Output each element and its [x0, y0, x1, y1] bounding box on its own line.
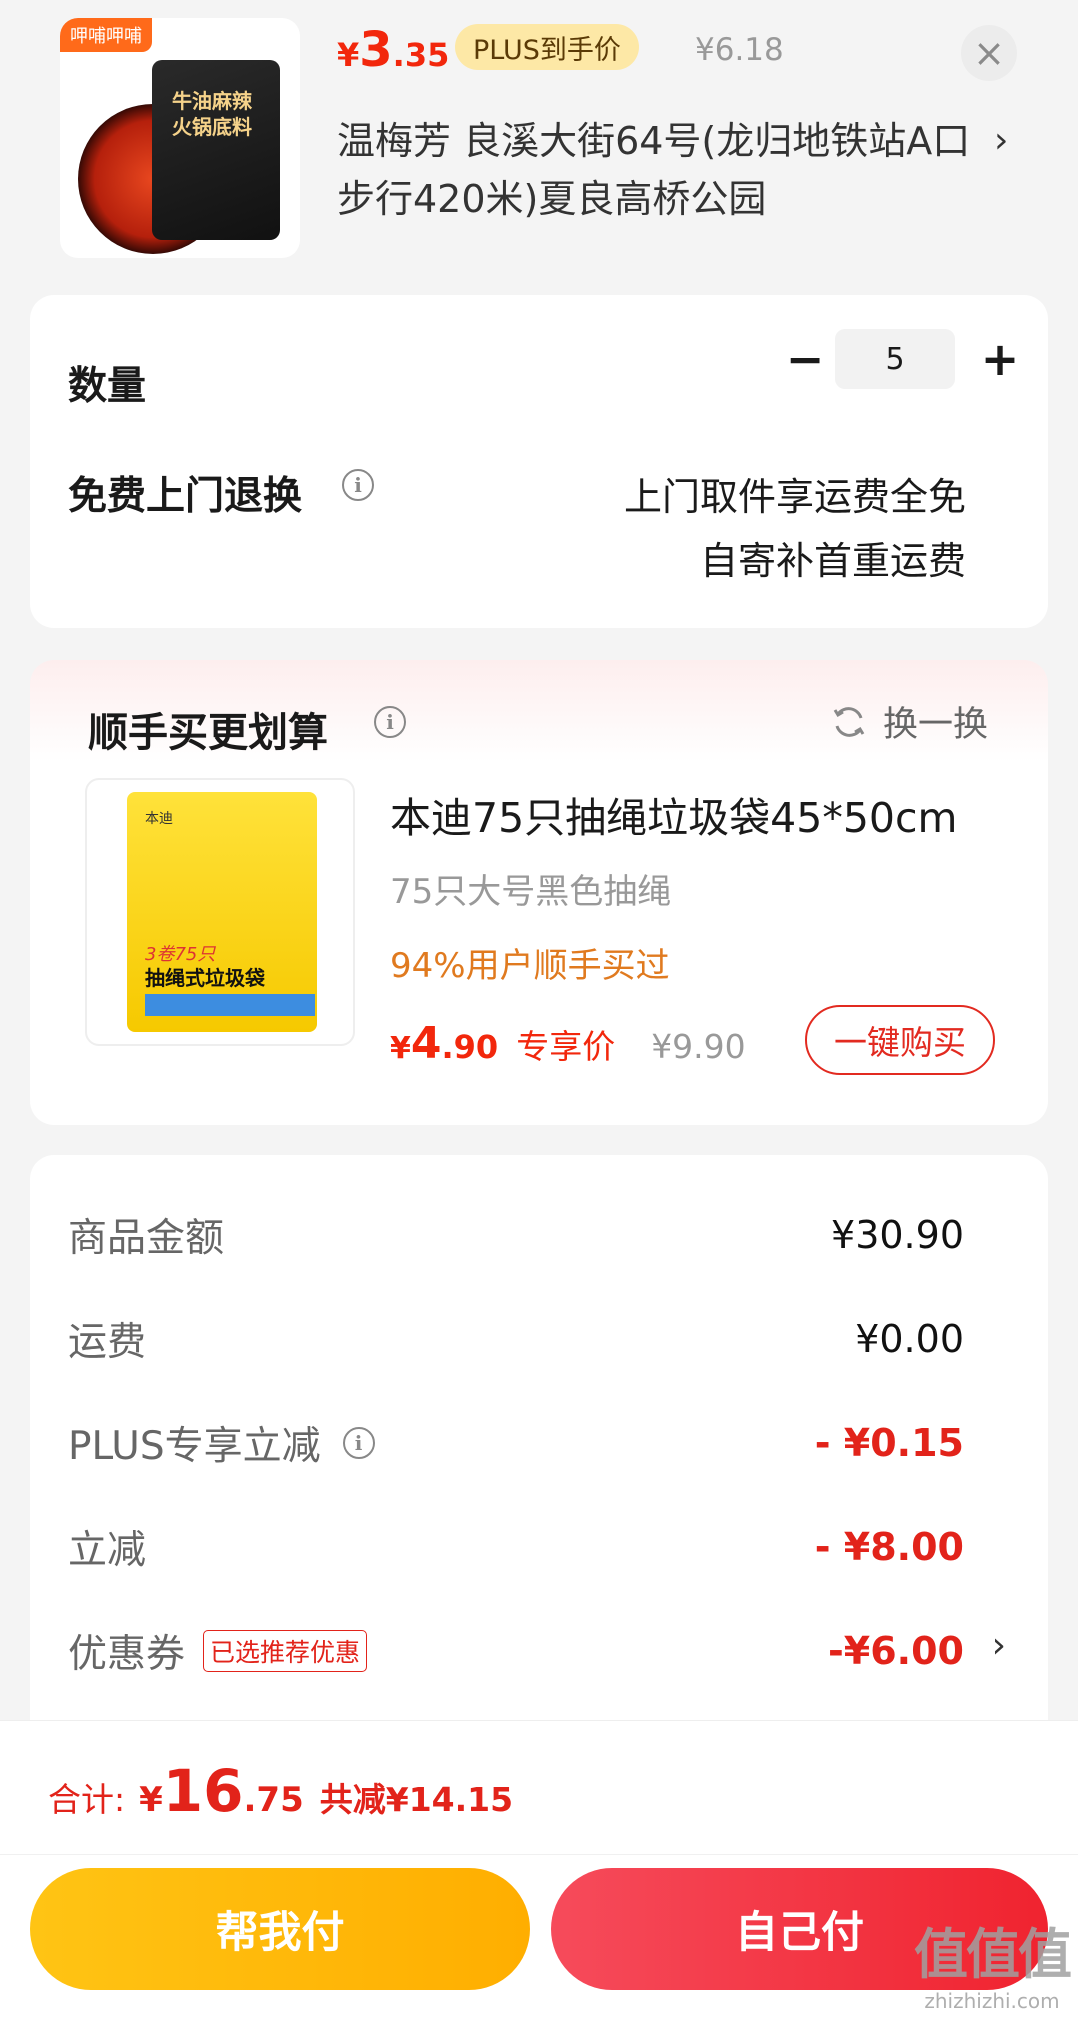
rec-original-price: ¥9.90 — [651, 1027, 746, 1066]
recommended-product-spec: 75只大号黑色抽绳 — [390, 872, 672, 912]
plus-price-badge: PLUS到手价 — [455, 24, 639, 70]
refresh-button[interactable]: 换一换 — [831, 696, 988, 747]
recommendation-card: 顺手买更划算 i 换一换 本迪 3卷75只 抽绳式垃圾袋 本迪75只抽绳垃圾袋4… — [30, 660, 1048, 1125]
rec-price-integer: 4 — [410, 1018, 442, 1069]
summary-label-wrap: 优惠券 已选推荐优惠 — [68, 1623, 368, 1679]
summary-value: - ¥8.00 — [814, 1525, 964, 1569]
checkout-footer: 合计: ¥ 16 .75 共减¥14.15 帮我付 自己付 值值值 zhizhi… — [0, 1720, 1078, 2025]
summary-row-plus-discount: PLUS专享立减 i - ¥0.15 — [68, 1413, 964, 1473]
recommendation-title: 顺手买更划算 — [88, 710, 328, 756]
seasoning-pack-image — [152, 60, 280, 240]
watermark-logo: 值值值 zhizhizhi.com — [914, 1910, 1072, 2013]
watermark-main: 值值值 — [914, 1923, 1072, 1986]
chevron-right-icon[interactable]: › — [994, 120, 1008, 161]
recommended-product-stat: 94%用户顺手买过 — [390, 946, 670, 986]
watermark-sub: zhizhizhi.com — [924, 1989, 1060, 2013]
info-icon[interactable]: i — [342, 1427, 375, 1459]
price-decimal: .35 — [392, 36, 450, 74]
quantity-card: 数量 − 5 + 免费上门退换 i 上门取件享运费全免 自寄补首重运费 — [30, 295, 1048, 628]
package-logo: 本迪 — [145, 811, 173, 827]
product-header: 牛油麻辣火锅底料 呷哺呷哺 ¥ 3 .35 PLUS到手价 ¥6.18 × 温梅… — [0, 0, 1078, 285]
rec-price-currency: ¥ — [390, 1031, 411, 1066]
quantity-label: 数量 — [68, 364, 147, 409]
original-price: ¥6.18 — [695, 32, 784, 68]
refresh-label: 换一换 — [882, 705, 988, 745]
divider — [0, 1854, 1078, 1855]
summary-row-goods-amount: 商品金额 ¥30.90 — [68, 1205, 964, 1265]
summary-value: - ¥0.15 — [814, 1421, 964, 1465]
summary-row-coupon[interactable]: 优惠券 已选推荐优惠 -¥6.00 — [68, 1621, 964, 1681]
info-icon[interactable]: i — [374, 706, 406, 738]
help-me-pay-button[interactable]: 帮我付 — [30, 1868, 530, 1990]
price-integer: 3 — [359, 22, 393, 78]
price-currency: ¥ — [337, 36, 360, 74]
delivery-address[interactable]: 温梅芳 良溪大街64号(龙归地铁站A口步行420米)夏良高桥公园 — [337, 112, 977, 228]
summary-value: -¥6.00 — [828, 1629, 964, 1673]
total-label: 合计: — [48, 1780, 126, 1819]
summary-label: 商品金额 — [68, 1216, 225, 1261]
total-currency: ¥ — [139, 1780, 163, 1820]
summary-row-instant-discount: 立减 - ¥8.00 — [68, 1517, 964, 1577]
summary-label-wrap: PLUS专享立减 i — [68, 1415, 375, 1471]
total-decimal: .75 — [243, 1780, 304, 1820]
return-line-1: 上门取件享运费全免 — [623, 475, 966, 519]
pack-text: 牛油麻辣火锅底料 — [172, 89, 252, 139]
free-return-description: 上门取件享运费全免 自寄补首重运费 — [624, 465, 966, 593]
one-click-buy-button[interactable]: 一键购买 — [805, 1005, 995, 1075]
summary-label: PLUS专享立减 — [68, 1424, 321, 1469]
summary-label: 优惠券 — [68, 1632, 186, 1677]
rec-price-decimal: .90 — [441, 1028, 499, 1066]
summary-label: 立减 — [68, 1528, 147, 1573]
total-saved: 共减¥14.15 — [319, 1780, 514, 1819]
summary-row-shipping: 运费 ¥0.00 — [68, 1309, 964, 1369]
summary-label: 运费 — [68, 1320, 147, 1365]
total-integer: 16 — [162, 1757, 244, 1825]
package-strip — [145, 994, 315, 1016]
quantity-increase-button[interactable]: + — [970, 329, 1030, 389]
total-amount: 合计: ¥ 16 .75 共减¥14.15 — [48, 1757, 513, 1825]
brand-tag: 呷哺呷哺 — [60, 18, 152, 52]
chevron-right-icon[interactable]: › — [992, 1625, 1006, 1666]
close-button[interactable]: × — [961, 25, 1017, 81]
info-icon[interactable]: i — [342, 469, 374, 501]
recommended-product-name[interactable]: 本迪75只抽绳垃圾袋45*50cm — [390, 784, 958, 844]
product-thumbnail[interactable]: 牛油麻辣火锅底料 呷哺呷哺 — [60, 18, 300, 258]
quantity-decrease-button[interactable]: − — [775, 329, 835, 389]
recommended-product-image[interactable]: 本迪 3卷75只 抽绳式垃圾袋 — [85, 778, 355, 1046]
summary-value: ¥0.00 — [855, 1317, 964, 1361]
quantity-input[interactable]: 5 — [835, 329, 955, 389]
product-price: ¥ 3 .35 — [337, 22, 449, 78]
coupon-tag: 已选推荐优惠 — [203, 1630, 368, 1672]
free-return-label: 免费上门退换 — [68, 474, 303, 519]
return-line-2: 自寄补首重运费 — [699, 539, 966, 583]
exclusive-price-label: 专享价 — [516, 1027, 616, 1066]
recommended-product-price: ¥ 4 .90 专享价 ¥9.90 — [390, 1018, 746, 1069]
summary-value: ¥30.90 — [831, 1213, 964, 1257]
refresh-icon — [833, 706, 865, 737]
package-name: 抽绳式垃圾袋 — [145, 966, 265, 990]
